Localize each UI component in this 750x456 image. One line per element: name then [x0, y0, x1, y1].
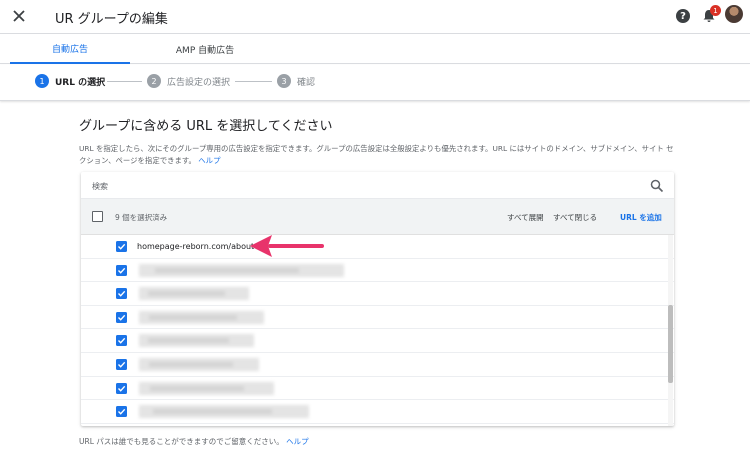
tab-auto-ads[interactable]: 自動広告 — [10, 35, 130, 64]
select-all-checkbox[interactable] — [92, 211, 103, 222]
row-checkbox[interactable] — [116, 406, 127, 418]
row-checkbox[interactable] — [116, 311, 127, 323]
list-header: 9 個を選択済み すべて展開 すべて閉じる URL を追加 — [81, 199, 674, 235]
scrollbar-thumb[interactable] — [668, 305, 673, 383]
redacted-url — [139, 381, 274, 395]
row-checkbox[interactable] — [116, 335, 127, 347]
notification-badge: 1 — [710, 5, 721, 16]
step-select-ad-settings[interactable]: 2 広告設定の選択 — [147, 74, 230, 88]
step-connector — [107, 81, 142, 82]
list-item[interactable] — [81, 353, 674, 377]
description-text: URL を指定したら、次にそのグループ専用の広告設定を指定できます。グループの広… — [79, 144, 674, 165]
row-checkbox[interactable] — [116, 358, 127, 370]
step-label: 広告設定の選択 — [167, 77, 231, 88]
expand-all-button[interactable]: すべて展開 — [507, 212, 544, 223]
row-checkbox[interactable] — [116, 288, 127, 300]
row-checkbox[interactable] — [116, 264, 127, 276]
redacted-url — [139, 263, 344, 277]
tab-bar: 自動広告 AMP 自動広告 — [0, 35, 750, 64]
step-label: 確認 — [297, 77, 316, 88]
annotation-arrow — [250, 235, 324, 257]
stepper: 1 URL の選択 2 広告設定の選択 3 確認 — [0, 65, 750, 101]
tab-amp-auto-ads[interactable]: AMP 自動広告 — [146, 35, 264, 64]
redacted-url — [139, 287, 249, 301]
redacted-url — [139, 405, 309, 419]
step-connector — [235, 81, 272, 82]
url-text: homepage-reborn.com/about — [137, 242, 255, 251]
row-checkbox[interactable] — [116, 241, 127, 252]
footer-help-link[interactable]: ヘルプ — [286, 437, 309, 446]
redacted-url — [139, 310, 264, 324]
search-icon[interactable] — [650, 178, 664, 193]
url-list-card: 検索 9 個を選択済み すべて展開 すべて閉じる URL を追加 homepag… — [81, 172, 674, 426]
footer-note: URL パスは誰でも見ることができますのでご留意ください。 ヘルプ — [79, 436, 309, 447]
main-content: グループに含める URL を選択してください URL を指定したら、次にそのグル… — [79, 115, 679, 167]
section-description: URL を指定したら、次にそのグループ専用の広告設定を指定できます。グループの広… — [79, 143, 675, 167]
url-rows: homepage-reborn.com/about — [81, 235, 674, 426]
selected-count: 9 個を選択済み — [115, 213, 168, 222]
list-item[interactable] — [81, 306, 674, 330]
list-item[interactable] — [81, 282, 674, 306]
list-scrollbar[interactable] — [668, 235, 673, 426]
top-app-bar: UR グループの編集 ? 1 — [0, 0, 750, 34]
redacted-url — [139, 357, 259, 371]
list-item[interactable] — [81, 259, 674, 283]
list-item[interactable] — [81, 377, 674, 401]
close-icon[interactable] — [8, 5, 30, 27]
step-label: URL の選択 — [55, 77, 106, 88]
collapse-all-button[interactable]: すべて閉じる — [553, 212, 597, 223]
list-item[interactable] — [81, 400, 674, 424]
step-number: 2 — [147, 74, 161, 88]
page-title: UR グループの編集 — [55, 12, 168, 27]
step-number: 1 — [35, 74, 49, 88]
help-icon[interactable]: ? — [676, 9, 690, 23]
section-heading: グループに含める URL を選択してください — [79, 119, 333, 134]
add-url-button[interactable]: URL を追加 — [620, 212, 662, 223]
help-link[interactable]: ヘルプ — [198, 156, 220, 165]
redacted-url — [139, 334, 254, 348]
list-item[interactable] — [81, 329, 674, 353]
row-checkbox[interactable] — [116, 382, 127, 394]
footer-text: URL パスは誰でも見ることができますのでご留意ください。 — [79, 437, 284, 446]
avatar[interactable] — [725, 5, 743, 23]
search-bar[interactable]: 検索 — [81, 172, 674, 199]
step-select-url[interactable]: 1 URL の選択 — [35, 74, 105, 88]
search-input[interactable]: 検索 — [92, 181, 108, 192]
list-item[interactable]: homepage-reborn.com/about — [81, 235, 674, 259]
step-confirm[interactable]: 3 確認 — [277, 74, 315, 88]
step-number: 3 — [277, 74, 291, 88]
